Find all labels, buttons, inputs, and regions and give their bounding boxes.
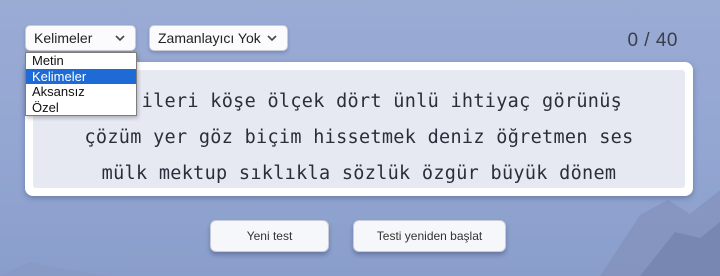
mode-select-value: Kelimeler (34, 30, 93, 46)
word-line-2: çözüm yer göz biçim hissetmek deniz öğre… (84, 127, 634, 148)
mode-select[interactable]: Kelimeler (25, 25, 136, 51)
mode-option-ozel[interactable]: Özel (26, 100, 136, 116)
word-line-3: mülk mektup sıklıkla sözlük özgür büyük … (101, 163, 617, 184)
chevron-down-icon (115, 35, 125, 42)
new-test-button[interactable]: Yeni test (210, 220, 329, 252)
timer-select[interactable]: Zamanlayıcı Yok (149, 25, 288, 51)
chevron-down-icon (267, 35, 277, 42)
timer-select-value: Zamanlayıcı Yok (158, 30, 261, 46)
mode-dropdown-list: Metin Kelimeler Aksansız Özel (25, 52, 137, 116)
mode-option-aksansiz[interactable]: Aksansız (26, 84, 136, 100)
mode-option-metin[interactable]: Metin (26, 53, 136, 69)
mode-option-kelimeler[interactable]: Kelimeler (26, 68, 136, 84)
word-counter: 0 / 40 (627, 30, 678, 51)
restart-test-button[interactable]: Testi yeniden başlat (353, 220, 506, 252)
